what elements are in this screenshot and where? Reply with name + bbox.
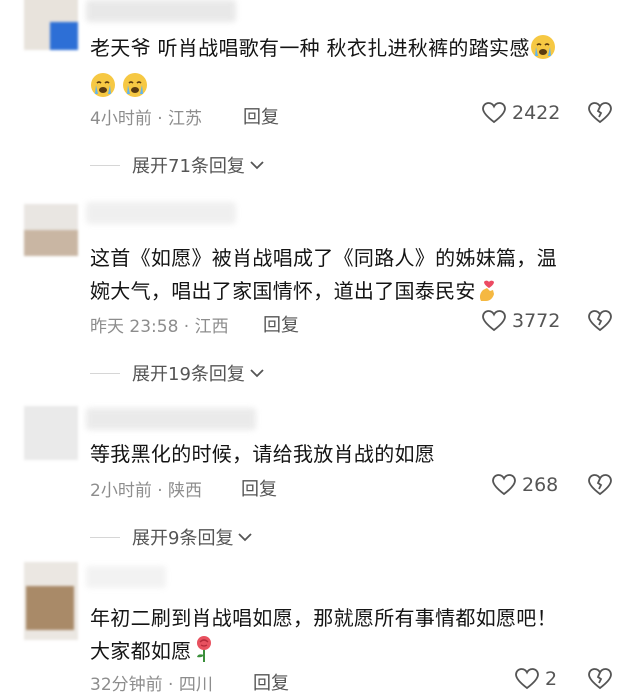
- chevron-down-icon: [250, 161, 264, 170]
- comment-text: 老天爷 听肖战唱歌有一种 秋衣扎进秋裤的踏实感: [90, 32, 620, 108]
- like-count: 2: [545, 668, 558, 690]
- expand-replies-label: 展开71条回复: [132, 156, 245, 177]
- comment-meta: 4小时前 · 江苏 回复 2422: [90, 100, 616, 130]
- heart-icon: [492, 474, 516, 496]
- avatar[interactable]: [24, 562, 78, 640]
- crying-emoji-icon: [530, 34, 556, 70]
- like-count: 3772: [512, 310, 561, 332]
- comment-text-line: 这首《如愿》被肖战唱成了《同路人》的姊妹篇，温: [90, 246, 557, 270]
- comment-text: 等我黑化的时候，请给我放肖战的如愿: [90, 438, 620, 471]
- comment-time-location: 2小时前 · 陕西: [90, 481, 203, 501]
- reply-button[interactable]: 回复: [263, 311, 299, 337]
- comment-time-location: 32分钟前 · 四川: [90, 675, 213, 695]
- expand-replies-button[interactable]: 展开19条回复: [90, 359, 265, 387]
- avatar[interactable]: [24, 0, 78, 50]
- reply-button[interactable]: 回复: [243, 103, 279, 129]
- divider: [90, 372, 120, 374]
- comment-meta: 2小时前 · 陕西 回复 268: [90, 472, 616, 502]
- expand-replies-label: 展开9条回复: [132, 528, 234, 549]
- avatar[interactable]: [24, 204, 78, 256]
- comment-time-location: 4小时前 · 江苏: [90, 109, 203, 129]
- comment-meta: 昨天 23:58 · 江西 回复 3772: [90, 308, 616, 338]
- chevron-down-icon: [238, 533, 253, 542]
- comment-time-location: 昨天 23:58 · 江西: [90, 317, 229, 337]
- reply-button[interactable]: 回复: [253, 669, 289, 695]
- like-button[interactable]: 2422: [482, 102, 560, 124]
- dislike-button[interactable]: [588, 310, 612, 337]
- comment-text-content: 老天爷 听肖战唱歌有一种 秋衣扎进秋裤的踏实感: [90, 36, 530, 60]
- dislike-button[interactable]: [588, 668, 612, 695]
- divider: [90, 164, 120, 166]
- heart-icon: [482, 102, 506, 124]
- chevron-down-icon: [250, 369, 264, 378]
- expand-replies-label: 展开19条回复: [132, 364, 245, 385]
- broken-heart-icon: [588, 310, 612, 332]
- broken-heart-icon: [588, 474, 612, 496]
- username-blurred[interactable]: [86, 0, 236, 22]
- comment-text: 年初二刷到肖战唱如愿，那就愿所有事情都如愿吧！ 大家都如愿: [90, 602, 620, 673]
- dislike-button[interactable]: [588, 474, 612, 501]
- comment-text: 这首《如愿》被肖战唱成了《同路人》的姊妹篇，温 婉大气，唱出了家国情怀，道出了国…: [90, 242, 620, 313]
- broken-heart-icon: [588, 668, 612, 690]
- comment-text-line: 婉大气，唱出了家国情怀，道出了国泰民安: [90, 279, 476, 303]
- like-button[interactable]: 3772: [482, 310, 560, 332]
- broken-heart-icon: [588, 102, 612, 124]
- username-blurred[interactable]: [86, 408, 256, 430]
- avatar[interactable]: [24, 406, 78, 460]
- expand-replies-button[interactable]: 展开71条回复: [90, 151, 265, 179]
- dislike-button[interactable]: [588, 102, 612, 129]
- heart-icon: [482, 310, 506, 332]
- reply-button[interactable]: 回复: [241, 475, 277, 501]
- like-button[interactable]: 2: [515, 668, 557, 690]
- like-count: 2422: [512, 102, 561, 124]
- like-count: 268: [522, 474, 559, 496]
- comment-text-line: 年初二刷到肖战唱如愿，那就愿所有事情都如愿吧！: [90, 606, 557, 630]
- username-blurred[interactable]: [86, 566, 166, 588]
- expand-replies-button[interactable]: 展开9条回复: [90, 523, 253, 551]
- divider: [90, 536, 120, 538]
- comment-text-content: 等我黑化的时候，请给我放肖战的如愿: [90, 442, 436, 466]
- like-button[interactable]: 268: [492, 474, 558, 496]
- comment-text-line: 大家都如愿: [90, 639, 192, 663]
- heart-icon: [515, 668, 539, 690]
- username-blurred[interactable]: [86, 202, 236, 224]
- comment-meta: 32分钟前 · 四川 回复 2: [90, 666, 616, 696]
